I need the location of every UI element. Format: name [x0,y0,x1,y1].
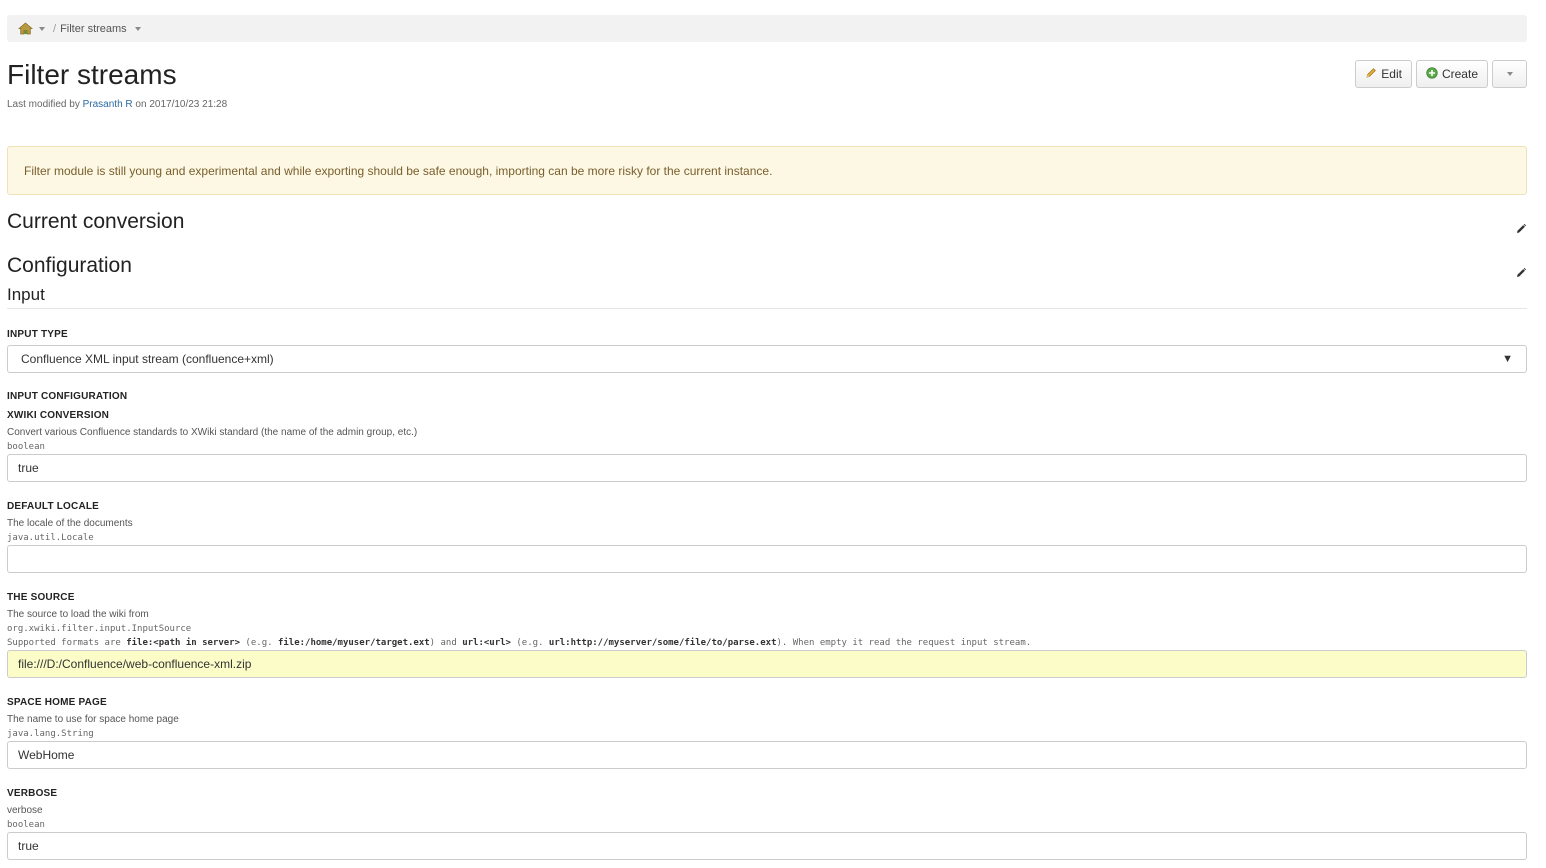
xwiki-conversion-input[interactable]: true [7,454,1527,482]
heading-input: Input [7,285,45,304]
xwiki-conversion-label: XWIKI CONVERSION [7,410,110,421]
breadcrumb-current[interactable]: Filter streams [60,23,127,35]
formats-text: ). When empty it read the request input … [776,638,1032,648]
edit-section-icon[interactable] [1515,266,1527,278]
source-value: file:///D:/Confluence/web-confluence-xml… [18,657,252,671]
meta-prefix: Last modified by [7,99,80,110]
breadcrumb-separator: / [53,22,57,35]
heading-configuration: Configuration [7,254,132,277]
default-locale-input[interactable] [7,545,1527,573]
verbose-label: VERBOSE [7,788,58,799]
space-home-page-value: WebHome [18,748,75,762]
source-formats-hint: Supported formats are file:<path in serv… [7,638,1031,648]
verbose-description: verbose [7,805,43,816]
xwiki-conversion-type: boolean [7,442,45,452]
default-locale-description: The locale of the documents [7,518,133,529]
chevron-down-icon[interactable] [134,26,141,31]
page-title: Filter streams [7,59,177,90]
space-home-page-description: The name to use for space home page [7,714,179,725]
heading-current-conversion: Current conversion [7,210,185,233]
warning-message: Filter module is still young and experim… [7,146,1527,195]
pencil-icon [1365,67,1377,82]
formats-code: url:http://myserver/some/file/to/parse.e… [548,638,777,648]
space-home-page-input[interactable]: WebHome [7,741,1527,769]
edit-label: Edit [1381,67,1402,81]
formats-code: file:<path in server> [126,638,241,648]
formats-text: ) and [429,638,463,648]
source-label: THE SOURCE [7,592,75,603]
formats-code: file:/home/myuser/target.ext [277,638,430,648]
create-button[interactable]: Create [1415,60,1488,88]
chevron-down-icon[interactable] [39,26,45,31]
edit-button[interactable]: Edit [1355,60,1412,88]
breadcrumb: / Filter streams [7,15,1527,42]
warning-text: Filter module is still young and experim… [24,163,773,178]
meta-suffix: on 2017/10/23 21:28 [135,99,228,110]
verbose-input[interactable]: true [7,832,1527,860]
chevron-down-icon [1506,72,1513,76]
home-icon[interactable] [17,22,34,35]
author-link[interactable]: Prasanth R [83,99,133,110]
verbose-value: true [18,839,39,853]
space-home-page-label: SPACE HOME PAGE [7,697,107,708]
input-configuration-label: INPUT CONFIGURATION [7,391,128,402]
default-locale-label: DEFAULT LOCALE [7,501,100,512]
xwiki-conversion-value: true [18,461,39,475]
default-locale-type: java.util.Locale [7,533,94,543]
input-type-label: INPUT TYPE [7,329,68,340]
divider [7,308,1527,309]
page-actions: Edit Create [1355,60,1527,88]
xwiki-conversion-description: Convert various Confluence standards to … [7,427,418,438]
last-modified: Last modified by Prasanth R on 2017/10/2… [7,99,227,110]
source-input[interactable]: file:///D:/Confluence/web-confluence-xml… [7,650,1527,678]
add-icon [1426,66,1438,82]
verbose-type: boolean [7,820,45,830]
input-type-select[interactable]: Confluence XML input stream (confluence+… [7,345,1527,373]
edit-section-icon[interactable] [1515,222,1527,234]
formats-text: Supported formats are [7,638,127,648]
input-type-value: Confluence XML input stream (confluence+… [21,352,274,366]
create-label: Create [1441,67,1478,81]
space-home-page-type: java.lang.String [7,729,94,739]
dropdown-arrow-icon: ▼ [1502,353,1513,365]
more-actions-button[interactable] [1492,60,1527,88]
formats-code: url:<url> [462,638,511,648]
source-description: The source to load the wiki from [7,609,149,620]
formats-text: (e.g. [240,638,278,648]
source-type: org.xwiki.filter.input.InputSource [7,624,192,634]
formats-text: (e.g. [510,638,549,648]
